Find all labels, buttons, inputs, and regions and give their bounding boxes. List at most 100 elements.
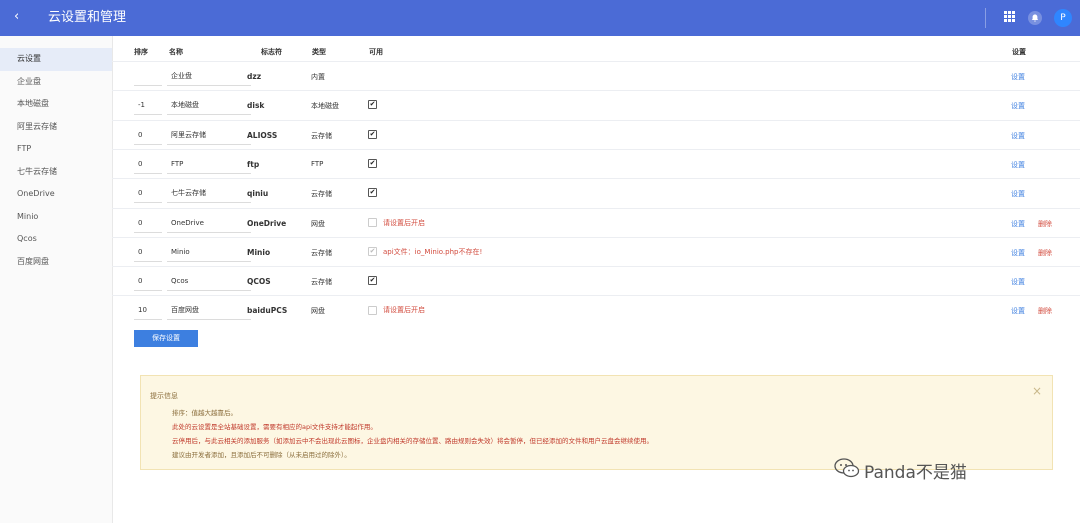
name-input[interactable]: Minio <box>167 243 251 262</box>
code-label: OneDrive <box>247 218 287 228</box>
warning-text: 请设置后开启 <box>383 306 425 315</box>
delete-link[interactable]: 删除 <box>1038 306 1052 316</box>
notification-bell-icon[interactable] <box>1028 11 1042 25</box>
table-row: 0 OneDrive OneDrive 网盘 请设置后开启 设置 删除 <box>112 207 1080 238</box>
settings-link[interactable]: 设置 <box>1011 219 1025 229</box>
topbar-actions: P <box>985 8 1072 28</box>
sidebar-item-minio[interactable]: Minio <box>0 206 112 229</box>
name-input[interactable]: 本地磁盘 <box>167 96 251 116</box>
sidebar-item-qcos[interactable]: Qcos <box>0 228 112 251</box>
sidebar-item-local-disk[interactable]: 本地磁盘 <box>0 93 112 116</box>
type-label: 内置 <box>311 73 325 81</box>
available-cell: ✔ api文件：io_Minio.php不存在! <box>368 247 482 257</box>
name-input[interactable]: FTP <box>167 155 251 174</box>
enable-checkbox[interactable]: ✔ <box>368 129 377 139</box>
available-cell: ✔ <box>368 129 377 139</box>
enable-checkbox[interactable]: ✔ <box>368 188 377 198</box>
header-type: 类型 <box>312 48 326 56</box>
enable-checkbox[interactable] <box>368 218 377 227</box>
name-input[interactable]: OneDrive <box>167 214 251 233</box>
avatar[interactable]: P <box>1054 9 1072 27</box>
enable-checkbox[interactable]: ✔ <box>368 158 377 168</box>
table-row: 0 Qcos QCOS 云存储 ✔ 设置 <box>112 266 1080 296</box>
sort-input[interactable]: 0 <box>134 126 162 145</box>
enable-checkbox[interactable]: ✔ <box>368 247 377 257</box>
settings-link[interactable]: 设置 <box>1011 248 1025 258</box>
notice-box: 提示信息 × 排序：值越大越靠后。 此处的云设置是全站基础设置，需要有相应的ap… <box>140 375 1053 470</box>
table-row: 企业盘 dzz 内置 设置 <box>112 61 1080 91</box>
settings-link[interactable]: 设置 <box>1011 189 1025 199</box>
name-input[interactable]: Qcos <box>167 272 251 292</box>
delete-link[interactable]: 删除 <box>1038 219 1052 229</box>
main-content: 排序 名称 标志符 类型 可用 设置 企业盘 dzz 内置 设置 -1 本地磁盘 disk 本… <box>112 36 1080 523</box>
table-row: 0 阿里云存储 ALIOSS 云存储 ✔ 设置 <box>112 119 1080 150</box>
warning-text: api文件：io_Minio.php不存在! <box>383 247 483 256</box>
name-input[interactable]: 企业盘 <box>167 67 251 86</box>
type-label: 云存储 <box>311 248 332 257</box>
type-label: 云存储 <box>311 190 332 199</box>
code-label: baiduPCS <box>247 306 288 316</box>
available-cell: 请设置后开启 <box>368 305 425 315</box>
chevron-left-icon[interactable]: ‹ <box>14 10 19 24</box>
type-label: 网盘 <box>311 219 325 228</box>
page-title: 云设置和管理 <box>48 10 127 25</box>
sort-input[interactable]: 0 <box>134 243 162 262</box>
sidebar-item-baidu-pan[interactable]: 百度网盘 <box>0 251 112 274</box>
sort-input[interactable]: 0 <box>134 184 162 204</box>
code-label: QCOS <box>247 277 271 287</box>
settings-link[interactable]: 设置 <box>1011 72 1025 82</box>
name-input[interactable]: 阿里云存储 <box>167 126 251 145</box>
settings-link[interactable]: 设置 <box>1011 306 1025 316</box>
code-label: dzz <box>247 72 262 81</box>
name-input[interactable]: 七牛云存储 <box>167 184 251 204</box>
notice-line: 云停用后，与此云相关的添加服务（如添加云中不会出现此云图标，企业盘内相关的存储位… <box>172 437 653 445</box>
sidebar-item-aliyun-oss[interactable]: 阿里云存储 <box>0 116 112 139</box>
type-label: 网盘 <box>311 307 325 316</box>
header-settings: 设置 <box>1012 48 1026 56</box>
sort-input[interactable] <box>134 67 162 86</box>
notice-line: 建议由开发者添加，且添加后不可删除（从未启用过的除外）。 <box>172 451 351 459</box>
code-label: disk <box>247 101 265 111</box>
settings-link[interactable]: 设置 <box>1011 131 1025 141</box>
type-label: 云存储 <box>311 131 332 140</box>
available-cell: ✔ <box>368 100 377 110</box>
close-icon[interactable]: × <box>1032 384 1042 398</box>
settings-link[interactable]: 设置 <box>1011 160 1025 170</box>
header-name: 名称 <box>169 48 183 56</box>
delete-link[interactable]: 删除 <box>1038 248 1052 258</box>
sidebar-item-qiniu[interactable]: 七牛云存储 <box>0 161 112 184</box>
type-label: FTP <box>311 159 324 168</box>
settings-link[interactable]: 设置 <box>1011 101 1025 111</box>
enable-checkbox[interactable] <box>368 305 377 315</box>
divider <box>985 8 986 28</box>
enable-checkbox[interactable]: ✔ <box>368 276 377 286</box>
sort-input[interactable]: 0 <box>134 272 162 292</box>
sort-input[interactable]: 0 <box>134 155 162 174</box>
apps-grid-icon[interactable] <box>1002 11 1016 25</box>
enable-checkbox[interactable]: ✔ <box>368 100 377 110</box>
sidebar-item-ftp[interactable]: FTP <box>0 138 112 161</box>
table-header: 排序 名称 标志符 类型 可用 设置 <box>134 44 1074 62</box>
sort-input[interactable]: 10 <box>134 301 162 321</box>
notice-title: 提示信息 <box>150 392 178 400</box>
header-sort: 排序 <box>134 48 148 56</box>
code-label: ftp <box>247 159 260 169</box>
warning-text: 请设置后开启 <box>383 218 425 227</box>
save-button[interactable]: 保存设置 <box>134 330 198 347</box>
sidebar-item-onedrive[interactable]: OneDrive <box>0 183 112 206</box>
notice-line: 排序：值越大越靠后。 <box>172 409 237 417</box>
sort-input[interactable]: 0 <box>134 214 162 233</box>
sort-input[interactable]: -1 <box>134 96 162 116</box>
watermark-text: Panda不是猫 <box>864 463 967 483</box>
code-label: Minio <box>247 247 271 257</box>
table-row: 0 FTP ftp FTP ✔ 设置 <box>112 148 1080 179</box>
top-bar: ‹ 云设置和管理 P <box>0 0 1080 36</box>
sidebar: 云设置 企业盘 本地磁盘 阿里云存储 FTP 七牛云存储 OneDrive Mi… <box>0 36 113 523</box>
sidebar-item-enterprise-disk[interactable]: 企业盘 <box>0 71 112 94</box>
available-cell: ✔ <box>368 188 377 198</box>
notice-line: 此处的云设置是全站基础设置，需要有相应的api文件支持才能起作用。 <box>172 423 377 431</box>
available-cell: 请设置后开启 <box>368 218 425 228</box>
sidebar-item-cloud-settings[interactable]: 云设置 <box>0 48 112 71</box>
settings-link[interactable]: 设置 <box>1011 277 1025 287</box>
name-input[interactable]: 百度网盘 <box>167 301 251 321</box>
